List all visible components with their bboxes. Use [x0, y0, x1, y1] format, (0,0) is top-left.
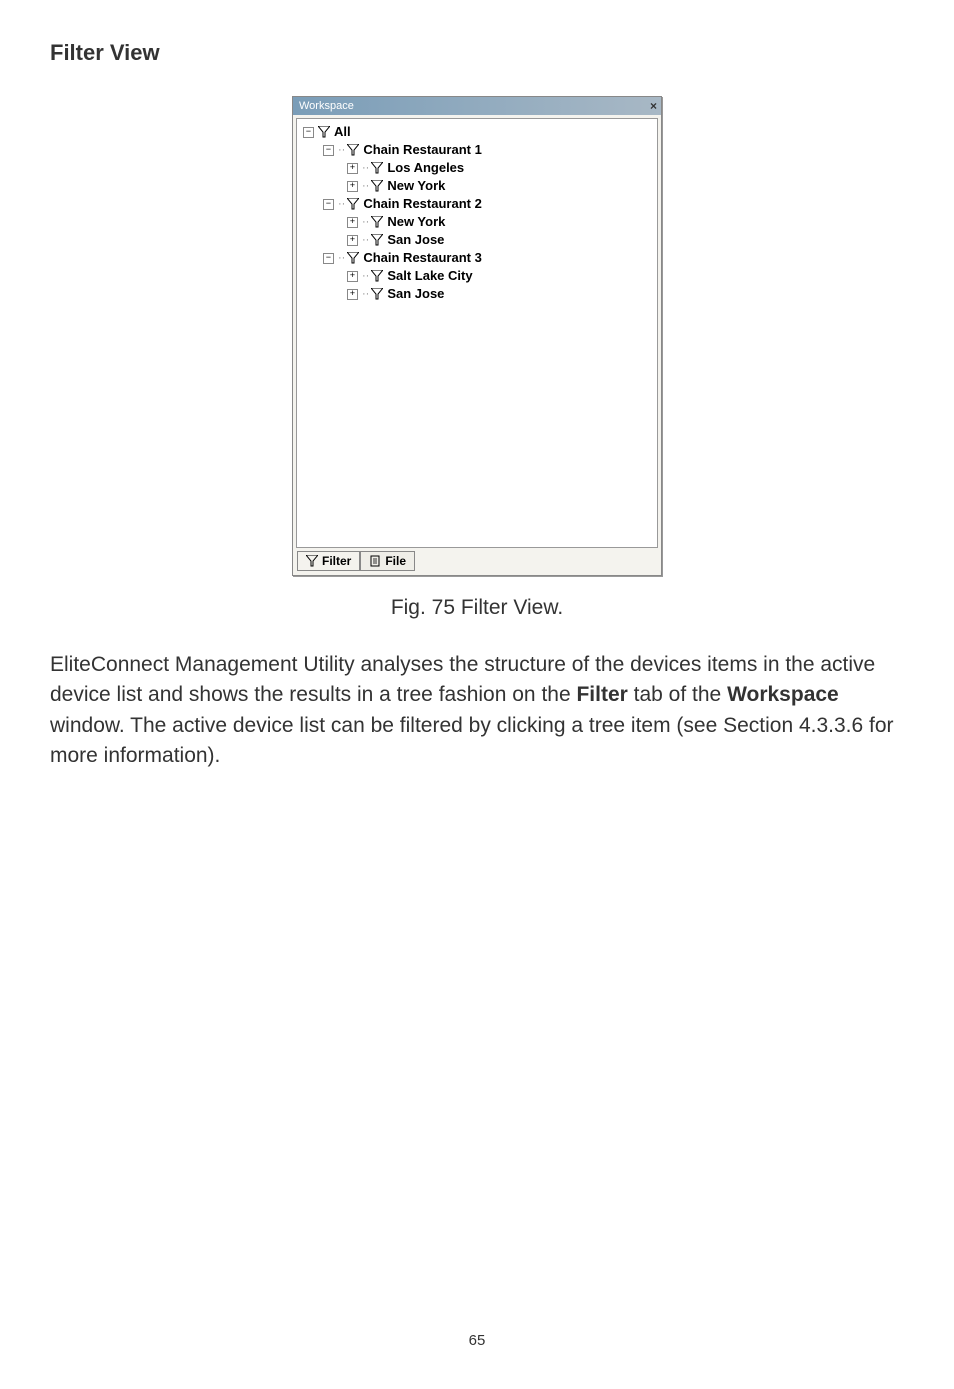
close-icon[interactable]: ×	[650, 99, 657, 113]
tree-node-label: San Jose	[387, 231, 444, 249]
tree-node[interactable]: + ·· San Jose	[299, 285, 655, 303]
expander-icon[interactable]: +	[347, 181, 358, 192]
page-number: 65	[50, 1332, 904, 1349]
tree-node-label: Chain Restaurant 2	[363, 195, 481, 213]
figure-caption: Fig. 75 Filter View.	[50, 596, 904, 620]
tree-node-root[interactable]: − All	[299, 123, 655, 141]
tree-node-label: San Jose	[387, 285, 444, 303]
tree-connector: ··	[362, 231, 369, 249]
funnel-icon	[371, 234, 383, 246]
workspace-window: Workspace × − All −··Chain Restaurant 1+…	[292, 96, 662, 576]
body-text-segment: window. The active device list can be fi…	[50, 714, 894, 767]
funnel-icon	[371, 270, 383, 282]
tree-connector: ··	[362, 285, 369, 303]
expander-icon[interactable]: +	[347, 271, 358, 282]
tree-node[interactable]: + ·· New York	[299, 177, 655, 195]
window-title: Workspace	[297, 100, 354, 112]
expander-icon[interactable]: −	[303, 127, 314, 138]
funnel-icon	[347, 144, 359, 156]
tree-node[interactable]: −·· Chain Restaurant 2	[299, 195, 655, 213]
tab-filter[interactable]: Filter	[297, 551, 360, 571]
funnel-icon	[306, 555, 318, 567]
body-paragraph: EliteConnect Management Utility analyses…	[50, 650, 904, 772]
expander-icon[interactable]: −	[323, 199, 334, 210]
funnel-icon	[347, 252, 359, 264]
expander-icon[interactable]: −	[323, 145, 334, 156]
tree-node-label: New York	[387, 213, 445, 231]
tree-connector: ··	[338, 141, 345, 159]
tree-panel: − All −··Chain Restaurant 1+··Los Angele…	[296, 118, 658, 548]
window-titlebar: Workspace ×	[293, 97, 661, 115]
tree-connector: ··	[362, 159, 369, 177]
tree-node-label: Chain Restaurant 3	[363, 249, 481, 267]
figure-container: Workspace × − All −··Chain Restaurant 1+…	[50, 96, 904, 576]
tree-node[interactable]: + ·· Los Angeles	[299, 159, 655, 177]
funnel-icon	[371, 288, 383, 300]
funnel-icon	[371, 216, 383, 228]
tree-connector: ··	[362, 177, 369, 195]
tree-node[interactable]: + ·· Salt Lake City	[299, 267, 655, 285]
funnel-icon	[371, 162, 383, 174]
tree-node[interactable]: −·· Chain Restaurant 1	[299, 141, 655, 159]
funnel-icon	[347, 198, 359, 210]
tree-node-label: Los Angeles	[387, 159, 464, 177]
tab-bar: Filter File	[293, 551, 661, 575]
body-bold-workspace: Workspace	[727, 683, 839, 706]
expander-icon[interactable]: +	[347, 217, 358, 228]
tree-node[interactable]: −·· Chain Restaurant 3	[299, 249, 655, 267]
expander-icon[interactable]: +	[347, 289, 358, 300]
expander-icon[interactable]: −	[323, 253, 334, 264]
expander-icon[interactable]: +	[347, 235, 358, 246]
tree-connector: ··	[362, 213, 369, 231]
tree-connector: ··	[338, 249, 345, 267]
expander-icon[interactable]: +	[347, 163, 358, 174]
tree-connector: ··	[362, 267, 369, 285]
body-bold-filter: Filter	[576, 683, 627, 706]
tree-node-label: Salt Lake City	[387, 267, 472, 285]
tree-node-label: New York	[387, 177, 445, 195]
funnel-icon	[318, 126, 330, 138]
tab-label: Filter	[322, 554, 351, 568]
funnel-icon	[371, 180, 383, 192]
section-heading: Filter View	[50, 40, 904, 66]
document-icon	[369, 555, 381, 567]
tree-node-label: All	[334, 123, 351, 141]
tree-connector: ··	[338, 195, 345, 213]
tree-node-label: Chain Restaurant 1	[363, 141, 481, 159]
tab-file[interactable]: File	[360, 551, 415, 571]
tree-node[interactable]: + ·· New York	[299, 213, 655, 231]
tree-node[interactable]: + ·· San Jose	[299, 231, 655, 249]
body-text-segment: tab of the	[628, 683, 727, 706]
tab-label: File	[385, 554, 406, 568]
